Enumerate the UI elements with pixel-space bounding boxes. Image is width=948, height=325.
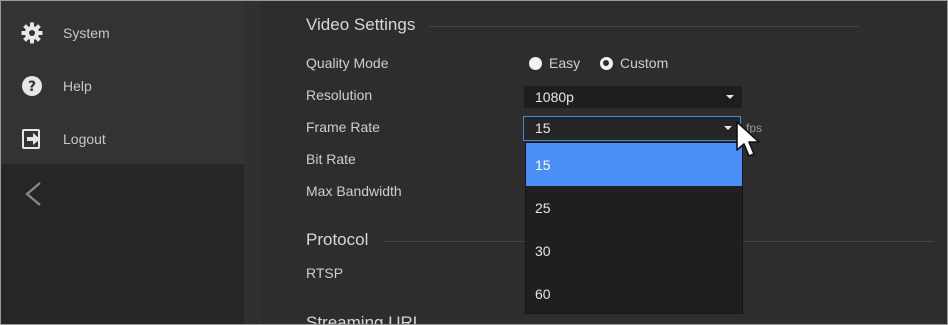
mouse-pointer-icon <box>734 120 764 160</box>
resolution-select[interactable]: 1080p <box>524 86 742 108</box>
app-window: System ? Help Logout Video Settings Qual… <box>0 0 948 325</box>
max-bandwidth-label: Max Bandwidth <box>306 183 402 199</box>
frame-rate-option-30[interactable]: 30 <box>526 229 742 272</box>
option-label: 25 <box>535 200 551 216</box>
quality-mode-custom-radio[interactable]: Custom <box>600 55 668 71</box>
gear-icon <box>21 22 43 44</box>
resolution-value: 1080p <box>535 89 574 105</box>
frame-rate-option-25[interactable]: 25 <box>526 186 742 229</box>
quality-mode-easy-radio[interactable]: Easy <box>529 55 580 71</box>
frame-rate-value: 15 <box>535 120 551 136</box>
svg-text:?: ? <box>28 79 36 95</box>
option-label: 60 <box>535 286 551 302</box>
chevron-down-icon <box>724 126 732 130</box>
option-label: 30 <box>535 243 551 259</box>
sidebar-item-label: Logout <box>63 131 106 147</box>
sidebar: System ? Help Logout <box>1 1 244 324</box>
radio-custom-dot <box>600 56 613 70</box>
section-divider <box>429 26 859 27</box>
sidebar-divider <box>244 1 262 324</box>
sidebar-item-system[interactable]: System <box>1 13 244 53</box>
quality-mode-label: Quality Mode <box>306 55 389 71</box>
chevron-down-icon <box>726 95 734 99</box>
help-icon: ? <box>21 75 43 97</box>
sidebar-item-label: Help <box>63 78 92 94</box>
radio-easy-dot <box>529 56 542 70</box>
resolution-label: Resolution <box>306 87 373 103</box>
frame-rate-select[interactable]: 15 <box>523 116 741 141</box>
radio-custom-label: Custom <box>620 55 669 71</box>
chevron-left-icon[interactable] <box>21 179 45 209</box>
sidebar-item-help[interactable]: ? Help <box>1 66 244 106</box>
logout-icon <box>21 128 43 150</box>
rtsp-label: RTSP <box>306 265 344 281</box>
option-label: 15 <box>535 157 551 173</box>
settings-panel: Video Settings Quality Mode Easy Custom … <box>284 1 944 324</box>
frame-rate-option-15[interactable]: 15 <box>526 143 742 186</box>
frame-rate-dropdown: 15 25 30 60 <box>525 142 743 314</box>
section-title-streaming-url: Streaming URL <box>306 313 423 325</box>
main-content: Video Settings Quality Mode Easy Custom … <box>262 1 947 324</box>
frame-rate-option-60[interactable]: 60 <box>526 272 742 315</box>
section-title-protocol: Protocol <box>306 230 369 249</box>
sidebar-item-logout[interactable]: Logout <box>1 119 244 159</box>
radio-easy-label: Easy <box>549 55 581 71</box>
sidebar-item-label: System <box>63 25 110 41</box>
nav-panel: System ? Help Logout <box>1 1 244 164</box>
frame-rate-label: Frame Rate <box>306 119 380 135</box>
bit-rate-label: Bit Rate <box>306 151 356 167</box>
section-title-video-settings: Video Settings <box>306 15 416 34</box>
